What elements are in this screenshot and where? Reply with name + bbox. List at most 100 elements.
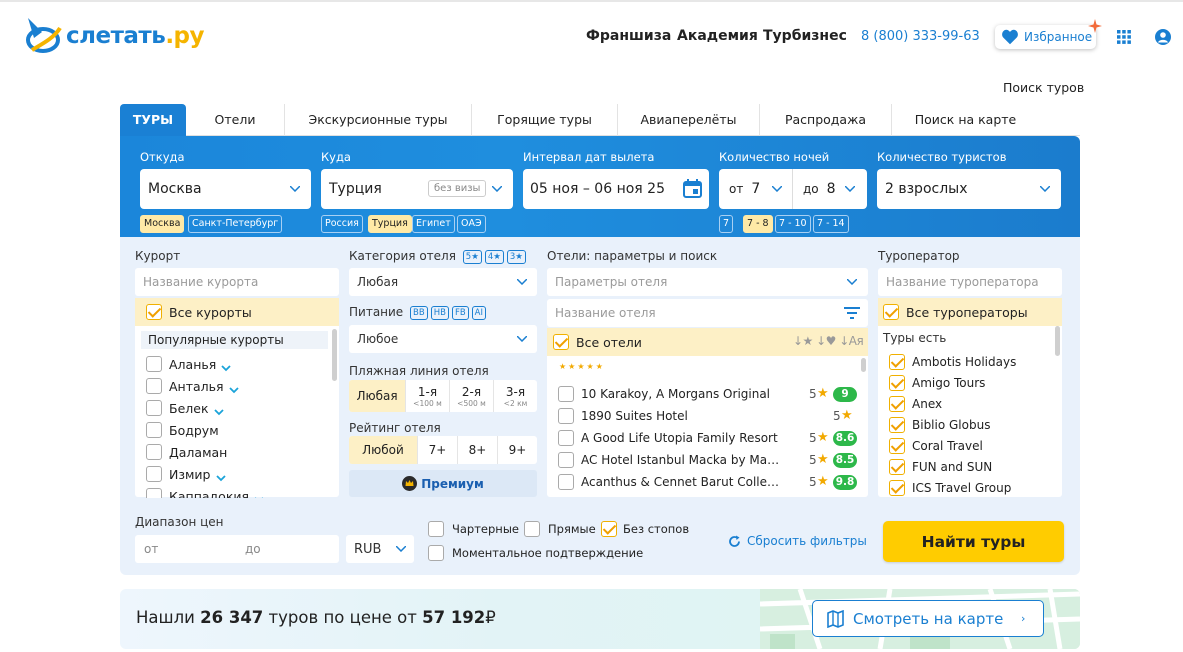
user-icon[interactable] [1155,29,1171,45]
premium-button[interactable]: Премиум [349,470,537,497]
hotel-category-select[interactable]: Любая [349,268,537,296]
star-icon: ★ [817,430,829,445]
operator-item[interactable]: Amigo Tours [889,375,985,391]
tab-tours[interactable]: ТУРЫ [120,104,186,136]
tab-hot-tours[interactable]: Горящие туры [471,104,617,136]
tab-flights[interactable]: Авиаперелёты [617,104,759,136]
nav-academy[interactable]: Академия [677,28,758,44]
nights-from-select[interactable]: от 7 [719,169,792,209]
meal-badge-hb[interactable]: HB [430,305,449,320]
operator-scrollbar[interactable] [1055,326,1060,356]
to-select[interactable]: Турция без визы [321,169,513,209]
direct-checkbox[interactable]: Прямые [524,521,596,537]
nights-to-select[interactable]: до 8 [792,169,867,209]
tab-excursions[interactable]: Экскурсионные туры [284,104,471,136]
operator-item[interactable]: Coral Travel [889,438,983,454]
meal-badge-ai[interactable]: AI [471,305,486,320]
operator-item[interactable]: ICS Travel Group [889,480,1011,496]
logo[interactable]: слетать.ру [24,14,205,58]
beach-option-any[interactable]: Любая [349,380,405,412]
meal-badge-fb[interactable]: FB [451,305,469,320]
resort-search-input[interactable]: Название курорта [135,268,339,296]
reset-filters-link[interactable]: Сбросить фильтры [728,534,867,548]
resort-item[interactable]: Бодрум [146,422,219,438]
rating-option-9[interactable]: 9+ [497,436,537,464]
beach-option-1[interactable]: 1-я <100 м [405,380,449,412]
chevron-down-icon[interactable] [215,470,226,482]
chevron-down-icon[interactable] [213,404,224,416]
meal-badge-bb[interactable]: BB [410,305,428,320]
from-chip-moscow[interactable]: Москва [140,215,185,233]
resort-item[interactable]: Анталья [146,378,239,394]
hotel-sort-controls[interactable]: ↓★ ↓♥ ↓Ая [793,334,864,348]
charter-checkbox[interactable]: Чартерные [428,521,519,537]
operator-item[interactable]: Biblio Globus [889,417,990,433]
hotel-item[interactable]: 1890 Suites Hotel [558,408,858,424]
from-select[interactable]: Москва [140,169,311,209]
beach-option-3[interactable]: 3-я <2 км [493,380,537,412]
instant-confirm-checkbox[interactable]: Моментальное подтверждение [428,545,643,561]
apps-grid-icon[interactable] [1117,30,1131,44]
tourists-select[interactable]: 2 взрослых [877,169,1061,209]
hotel-params-select[interactable]: Параметры отеля [547,268,868,296]
resort-item-label: Даламан [169,444,228,460]
from-chip-spb[interactable]: Санкт-Петербург [188,215,283,233]
beach-option-2[interactable]: 2-я <500 м [449,380,493,412]
category-badge-5[interactable]: 5★ [462,249,482,264]
hotel-name-input[interactable]: Название отеля [547,299,868,327]
results-currency: ₽ [485,608,496,627]
rating-option-7[interactable]: 7+ [417,436,457,464]
resort-item[interactable]: Аланья [146,356,231,372]
price-to-input[interactable]: до [245,542,261,556]
nav-franchise[interactable]: Франшиза [586,28,671,44]
hotel-item-stars: 5 [833,409,841,423]
price-from-input[interactable]: от [144,542,158,556]
currency-select[interactable]: RUB [346,535,414,563]
find-tours-button[interactable]: Найти туры [883,521,1064,562]
to-chip-russia[interactable]: Россия [321,215,363,233]
to-chip-uae[interactable]: ОАЭ [457,215,486,233]
checkbox-checked [601,521,617,537]
favorites-button[interactable]: Избранное [995,25,1096,49]
tab-hotels[interactable]: Отели [186,104,284,136]
results-prefix: Нашли [136,608,195,627]
price-range-label: Диапазон цен [135,515,224,529]
category-badge-3[interactable]: 3★ [506,249,526,264]
to-chip-turkey[interactable]: Турция [368,215,412,233]
resort-item[interactable]: Белек [146,400,224,416]
checkbox-checked [889,459,905,475]
tab-sale[interactable]: Распродажа [759,104,891,136]
resort-scrollbar[interactable] [332,329,337,381]
operator-all-checkbox[interactable]: Все туроператоры [878,298,1062,326]
chevron-down-icon[interactable] [228,382,239,394]
operator-item[interactable]: Ambotis Holidays [889,354,1016,370]
nights-chip-7-10[interactable]: 7 - 10 [775,215,811,233]
resort-item[interactable]: Даламан [146,444,227,460]
hotel-item-rating: 9 [833,387,857,402]
filter-icon[interactable] [844,307,860,319]
category-badge-4[interactable]: 4★ [484,249,504,264]
rating-option-8[interactable]: 8+ [457,436,497,464]
rating-label: Рейтинг отеля [349,421,441,435]
phone-link[interactable]: 8 (800) 333-99-63 [861,29,980,44]
no-stop-checkbox[interactable]: Без стопов [601,521,689,537]
tab-map-search[interactable]: Поиск на карте [891,104,1039,136]
dates-picker[interactable]: 05 ноя – 06 ноя 25 [523,169,709,209]
to-chip-egypt[interactable]: Египет [412,215,455,233]
resort-all-checkbox[interactable]: Все курорты [135,298,339,326]
operator-item[interactable]: Anex [889,396,942,412]
operator-item[interactable]: FUN and SUN [889,459,992,475]
resort-item-label: Бодрум [169,422,219,438]
rating-option-any[interactable]: Любой [349,436,417,464]
chevron-down-icon[interactable] [221,360,231,372]
nights-chip-7-8[interactable]: 7 - 8 [743,215,773,233]
view-on-map-button[interactable]: Смотреть на карте › [812,600,1044,637]
nav-turbiznes[interactable]: Турбизнес [763,28,847,44]
nights-chip-7-14[interactable]: 7 - 14 [813,215,849,233]
nights-chip-7[interactable]: 7 [719,215,734,233]
resort-item[interactable]: Измир [146,466,226,482]
meals-select[interactable]: Любое [349,325,537,353]
map-icon [827,609,844,628]
hotel-scrollbar[interactable] [861,358,866,372]
operator-search-input[interactable]: Название туроператора [878,268,1062,296]
